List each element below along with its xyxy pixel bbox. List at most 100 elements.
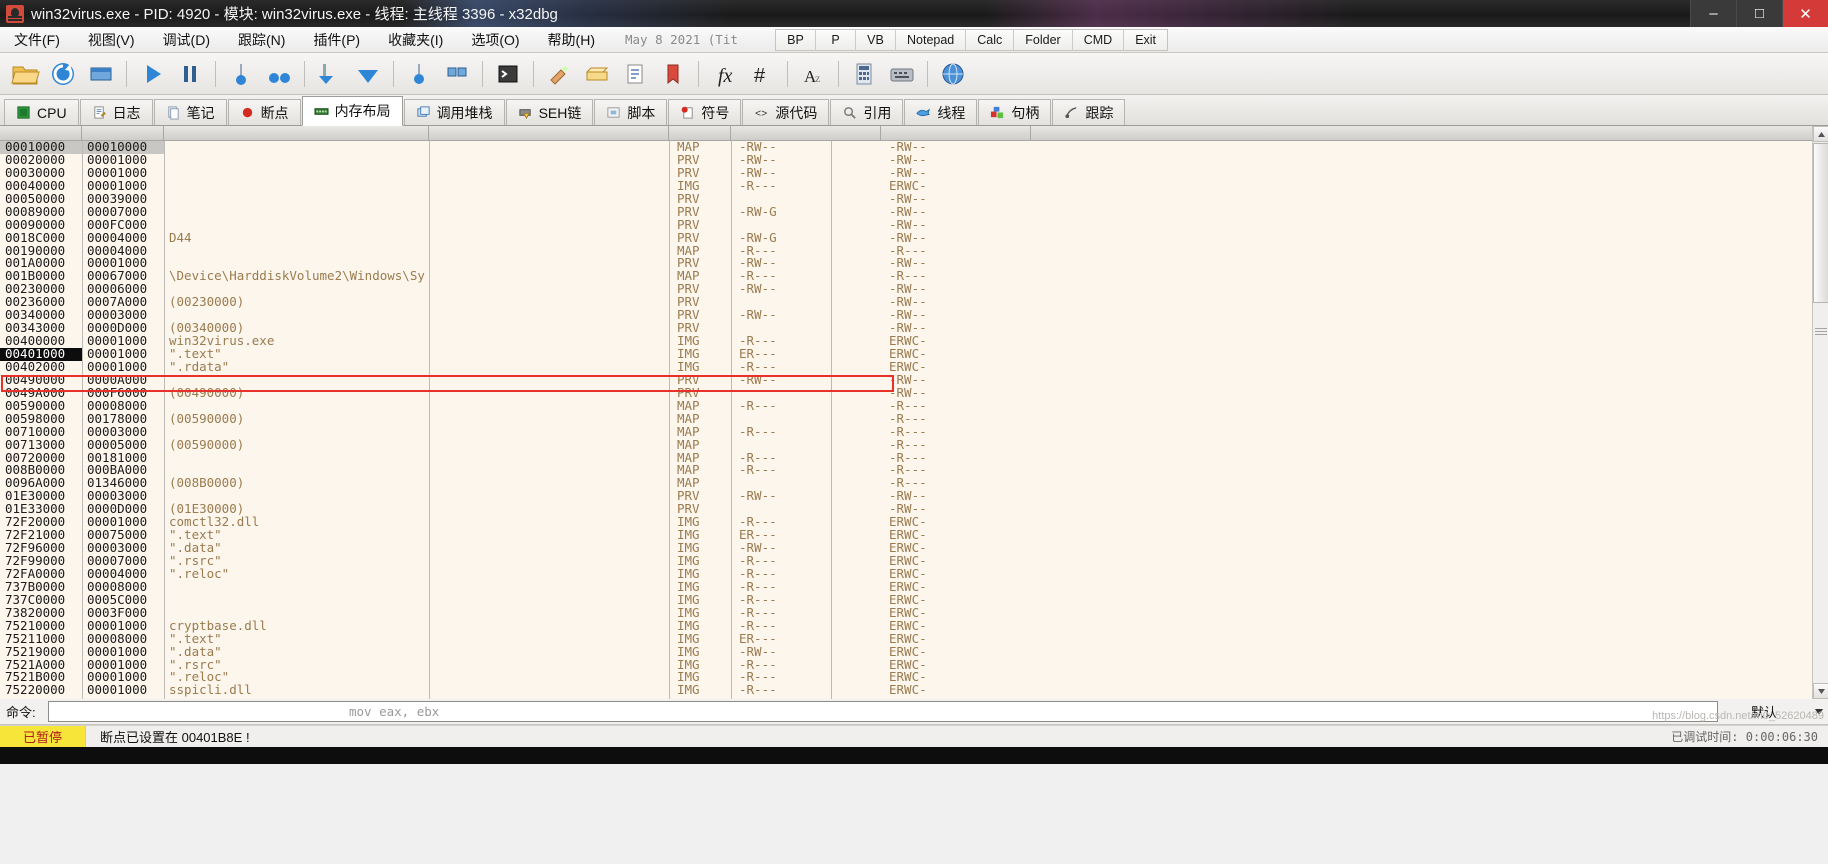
keyboard-icon[interactable] xyxy=(886,58,918,90)
menu-view[interactable]: 视图(V) xyxy=(74,27,149,52)
pause-icon[interactable] xyxy=(174,58,206,90)
patch-icon[interactable] xyxy=(543,58,575,90)
scroll-down-arrow[interactable] xyxy=(1813,683,1828,699)
column-header-size[interactable] xyxy=(82,126,164,140)
table-row[interactable]: 7521B000 00001000 ".reloc" IMG -R--- ERWC- xyxy=(0,671,1812,684)
plugin-vb[interactable]: VB xyxy=(856,30,896,50)
memory-map-table[interactable]: 00010000 00010000 MAP -RW-- -RW-- 00020000 000… xyxy=(0,126,1812,699)
table-row[interactable]: 00089000 00007000 PRV -RW-G -RW-- xyxy=(0,206,1812,219)
table-row[interactable]: 00010000 00010000 MAP -RW-- -RW-- xyxy=(0,141,1812,154)
tab-seh[interactable]: SEH链 xyxy=(505,99,594,125)
column-header-type[interactable] xyxy=(669,126,731,140)
minimize-button[interactable]: – xyxy=(1690,0,1736,27)
table-row[interactable]: 00230000 00006000 PRV -RW-- -RW-- xyxy=(0,283,1812,296)
open-file-icon[interactable] xyxy=(9,58,41,90)
close-button[interactable]: ✕ xyxy=(1782,0,1828,27)
plugin-bp[interactable]: BP xyxy=(776,30,816,50)
table-row[interactable]: 00236000 0007A000 (00230000) PRV -RW-- xyxy=(0,296,1812,309)
table-row[interactable]: 00020000 00001000 PRV -RW-- -RW-- xyxy=(0,154,1812,167)
table-row[interactable]: 75210000 00001000 cryptbase.dll IMG -R--- ERW… xyxy=(0,620,1812,633)
tab-threads[interactable]: 线程 xyxy=(904,99,978,125)
menu-help[interactable]: 帮助(H) xyxy=(534,27,609,52)
hash-icon[interactable]: # xyxy=(746,58,778,90)
column-header-initial[interactable] xyxy=(881,126,1031,140)
run-to-user-code-icon[interactable] xyxy=(441,58,473,90)
window-controls[interactable]: – □ ✕ xyxy=(1690,0,1828,27)
tab-script[interactable]: 脚本 xyxy=(594,99,668,125)
table-row[interactable]: 00401000 00001000 ".text" IMG ER--- ERWC- xyxy=(0,348,1812,361)
table-row[interactable]: 72F99000 00007000 ".rsrc" IMG -R--- ERWC- xyxy=(0,555,1812,568)
table-row[interactable]: 737C0000 0005C000 IMG -R--- ERWC- xyxy=(0,594,1812,607)
close-icon[interactable] xyxy=(85,58,117,90)
table-row[interactable]: 00190000 00004000 MAP -R--- -R--- xyxy=(0,245,1812,258)
table-row[interactable]: 00400000 00001000 win32virus.exe IMG -R--- ER… xyxy=(0,335,1812,348)
font-icon[interactable]: Az xyxy=(797,58,829,90)
table-row[interactable]: 00713000 00005000 (00590000) MAP -R--- xyxy=(0,439,1812,452)
tab-notes[interactable]: 笔记 xyxy=(153,99,227,125)
plugin-cmd[interactable]: CMD xyxy=(1072,30,1125,50)
table-row[interactable]: 0018C000 00004000 D44 PRV -RW-G -RW-- xyxy=(0,232,1812,245)
table-row[interactable]: 00040000 00001000 IMG -R--- ERWC- xyxy=(0,180,1812,193)
table-row[interactable]: 75219000 00001000 ".data" IMG -RW-- ERWC- xyxy=(0,646,1812,659)
plugin-exit[interactable]: Exit xyxy=(1124,30,1168,50)
tab-memory-map[interactable]: 内存布局 xyxy=(301,96,403,126)
tab-symbols[interactable]: 符号 xyxy=(668,99,742,125)
table-row[interactable]: 00030000 00001000 PRV -RW-- -RW-- xyxy=(0,167,1812,180)
globe-icon[interactable] xyxy=(937,58,969,90)
table-row[interactable]: 00402000 00001000 ".rdata" IMG -R--- ERWC- xyxy=(0,361,1812,374)
column-header-content[interactable] xyxy=(429,126,669,140)
calculator-icon[interactable] xyxy=(848,58,880,90)
bookmark-icon[interactable] xyxy=(657,58,689,90)
table-row[interactable]: 7521A000 00001000 ".rsrc" IMG -R--- ERWC- xyxy=(0,659,1812,672)
column-header-address[interactable] xyxy=(0,126,82,140)
tab-source[interactable]: <> 源代码 xyxy=(742,99,830,125)
table-row[interactable]: 73820000 0003F000 IMG -R--- ERWC- xyxy=(0,607,1812,620)
scroll-up-arrow[interactable] xyxy=(1813,126,1828,142)
menu-debug[interactable]: 调试(D) xyxy=(149,27,224,52)
table-row[interactable]: 00710000 00003000 MAP -R--- -R--- xyxy=(0,426,1812,439)
tab-trace[interactable]: 跟踪 xyxy=(1052,99,1126,125)
step-into-icon[interactable] xyxy=(225,58,257,90)
table-row[interactable]: 00490000 0000A000 PRV -RW-- -RW-- xyxy=(0,374,1812,387)
step-into-arrow-icon[interactable] xyxy=(314,58,346,90)
table-row[interactable]: 00598000 00178000 (00590000) MAP -R--- xyxy=(0,413,1812,426)
plugin-notepad[interactable]: Notepad xyxy=(896,30,967,50)
tab-call-stack[interactable]: 调用堆栈 xyxy=(403,99,505,125)
vertical-scrollbar[interactable] xyxy=(1812,126,1828,699)
command-input[interactable]: mov eax, ebx xyxy=(48,701,1718,722)
table-row[interactable]: 001A0000 00001000 PRV -RW-- -RW-- xyxy=(0,257,1812,270)
tab-cpu[interactable]: CPU xyxy=(4,99,79,125)
table-row[interactable]: 72F96000 00003000 ".data" IMG -RW-- ERWC- xyxy=(0,542,1812,555)
menu-options[interactable]: 选项(O) xyxy=(457,27,533,52)
function-icon[interactable]: fx xyxy=(708,58,740,90)
table-row[interactable]: 0096A000 01346000 (008B0000) MAP -R--- xyxy=(0,477,1812,490)
table-row[interactable]: 72F21000 00075000 ".text" IMG ER--- ERWC- xyxy=(0,529,1812,542)
table-row[interactable]: 0049A000 000F6000 (00490000) PRV -RW-- xyxy=(0,387,1812,400)
plugin-p[interactable]: P xyxy=(816,30,856,50)
tab-log[interactable]: 日志 xyxy=(79,99,153,125)
table-row[interactable]: 00590000 00008000 MAP -R--- -R--- xyxy=(0,400,1812,413)
tab-breakpoints[interactable]: 断点 xyxy=(227,99,301,125)
table-row[interactable]: 008B0000 000BA000 MAP -R--- -R--- xyxy=(0,464,1812,477)
menu-file[interactable]: 文件(F) xyxy=(0,27,74,52)
script-icon[interactable] xyxy=(492,58,524,90)
plugin-folder[interactable]: Folder xyxy=(1014,30,1073,50)
memory-map-header[interactable] xyxy=(0,126,1812,141)
restart-icon[interactable] xyxy=(47,58,79,90)
table-row[interactable]: 00720000 00181000 MAP -R--- -R--- xyxy=(0,452,1812,465)
table-row[interactable]: 75220000 00001000 sspicli.dll IMG -R--- ERWC- xyxy=(0,684,1812,697)
table-row[interactable]: 00343000 0000D000 (00340000) PRV -RW-- xyxy=(0,322,1812,335)
menu-plugins[interactable]: 插件(P) xyxy=(299,27,374,52)
log-icon[interactable] xyxy=(619,58,651,90)
run-icon[interactable] xyxy=(136,58,168,90)
tab-references[interactable]: 引用 xyxy=(830,99,904,125)
plugin-calc[interactable]: Calc xyxy=(966,30,1015,50)
menu-favourites[interactable]: 收藏夹(I) xyxy=(374,27,457,52)
table-row[interactable]: 737B0000 00008000 IMG -R--- ERWC- xyxy=(0,581,1812,594)
table-row[interactable]: 72F20000 00001000 comctl32.dll IMG -R--- ERWC… xyxy=(0,516,1812,529)
menu-trace[interactable]: 跟踪(N) xyxy=(224,27,299,52)
scrollbar-thumb[interactable] xyxy=(1813,143,1828,303)
tab-handles[interactable]: 句柄 xyxy=(978,99,1052,125)
memory-map-rows[interactable]: 00010000 00010000 MAP -RW-- -RW-- 00020000 000… xyxy=(0,141,1812,697)
step-over-icon[interactable] xyxy=(263,58,295,90)
